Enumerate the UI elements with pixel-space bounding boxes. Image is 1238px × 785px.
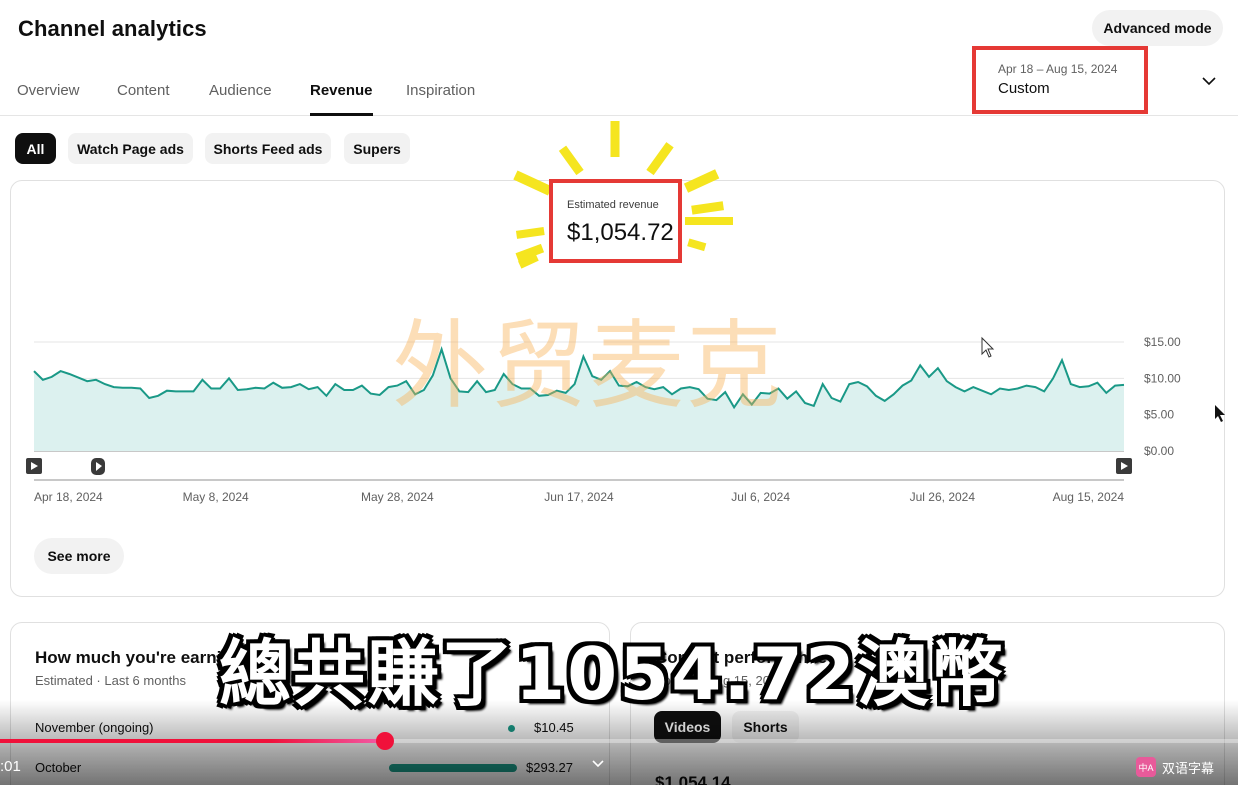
x-axis-ticks: Apr 18, 2024 May 8, 2024 May 28, 2024 Jun 1… <box>34 490 1124 504</box>
y-axis-ticks: $0.00 $5.00 $10.00 $15.00 <box>1144 335 1181 458</box>
earnings-row-value: $293.27 <box>526 760 573 775</box>
earnings-row-value: $10.45 <box>534 720 574 735</box>
subtitle-toggle-label: 双语字幕 <box>1162 760 1215 776</box>
current-time: :01 <box>0 758 21 775</box>
sparkle-ray <box>683 169 720 193</box>
bilingual-subtitle-toggle[interactable]: 中A 双语字幕 <box>1136 757 1214 777</box>
see-more-button[interactable]: See more <box>34 538 124 574</box>
sparkle-ray <box>558 145 584 176</box>
y-tick-label: $5.00 <box>1144 408 1174 422</box>
x-tick-label: Apr 18, 2024 <box>34 490 103 504</box>
y-tick-label: $15.00 <box>1144 335 1181 349</box>
x-tick-label: Jul 26, 2024 <box>910 490 976 504</box>
video-marker-end-icon[interactable] <box>1116 458 1132 474</box>
sparkle-ray <box>515 227 545 239</box>
estimated-revenue-metric: Estimated revenue $1,054.72 <box>549 179 682 263</box>
video-marker-icon[interactable] <box>26 458 42 474</box>
sparkle-ray <box>687 238 707 252</box>
x-tick-label: Jun 17, 2024 <box>544 490 614 504</box>
metric-value: $1,054.72 <box>567 219 674 246</box>
sparkle-ray <box>513 170 553 196</box>
earnings-row-month: October <box>35 760 82 775</box>
sparkle-ray <box>691 201 724 215</box>
earnings-bar <box>389 764 517 772</box>
x-tick-label: Jul 6, 2024 <box>731 490 790 504</box>
earnings-row-month: November (ongoing) <box>35 720 154 735</box>
video-progress-knob[interactable] <box>376 732 395 750</box>
subtitle-icon: 中A <box>1136 757 1156 777</box>
y-tick-label: $10.00 <box>1144 371 1181 385</box>
sparkle-ray <box>646 142 674 176</box>
earnings-title: How much you're earning <box>35 648 243 667</box>
x-tick-label: Aug 15, 2024 <box>1053 490 1125 504</box>
content-performance-value: $1,054.14 <box>655 773 731 785</box>
earnings-subtitle: Estimated · Last 6 months <box>35 673 187 688</box>
shorts-marker-icon[interactable] <box>91 458 105 475</box>
video-caption: 總共賺了1054.72澳幣 <box>219 632 1005 716</box>
mouse-cursor-icon <box>981 336 995 358</box>
earnings-dot <box>508 725 515 732</box>
mouse-cursor-black-icon <box>1215 405 1225 422</box>
revenue-area-fill <box>34 349 1124 451</box>
metric-label: Estimated revenue <box>567 199 659 211</box>
x-tick-label: May 28, 2024 <box>361 490 434 504</box>
y-tick-label: $0.00 <box>1144 444 1174 458</box>
chevron-down-icon[interactable] <box>590 756 606 772</box>
video-progress-fill <box>0 739 386 743</box>
x-tick-label: May 8, 2024 <box>183 490 249 504</box>
